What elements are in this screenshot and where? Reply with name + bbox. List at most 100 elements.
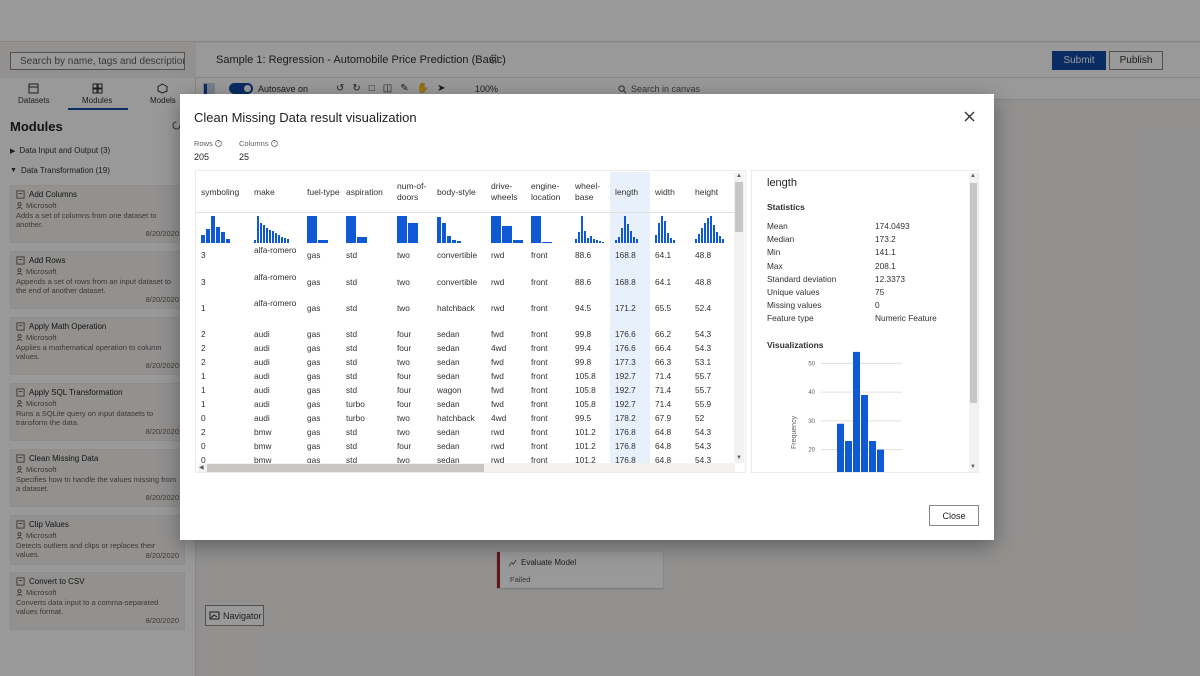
table-cell: 2 [201,329,206,339]
column-header-width[interactable]: width [655,175,691,209]
table-cell: 4wd [491,343,507,353]
spark-bar [602,242,604,243]
column-header-body-style[interactable]: body-style [437,175,487,209]
table-cell: 1 [201,371,206,381]
spark-bar [575,239,577,243]
spark-bar [226,239,230,243]
table-cell: bmw [254,441,272,451]
spark-bar [621,228,623,243]
column-header-drive-wheels[interactable]: drive-wheels [491,175,527,209]
table-cell: audi [254,399,270,409]
spark-bar [670,238,672,243]
spark-bar [716,232,718,243]
spark-bar [661,216,663,243]
spark-bar [655,235,657,243]
side-panel-scrollbar[interactable]: ▲ ▼ [969,173,978,472]
spark-bar [452,240,456,243]
table-cell: std [346,427,358,437]
stat-label: Median [767,234,795,245]
table-cell: 53.1 [695,357,712,367]
close-button[interactable]: Close [929,505,979,526]
spark-bar [658,223,660,243]
column-sparkline [254,216,289,243]
table-cell: gas [307,343,321,353]
column-header-symboling[interactable]: symboling [201,175,250,209]
table-cell: 48.8 [695,277,712,287]
table-cell: front [531,441,548,451]
table-cell: 176.6 [615,329,636,339]
table-cell: 101.2 [575,427,596,437]
table-cell: 177.3 [615,357,636,367]
table-cell: bmw [254,427,272,437]
spark-bar [581,216,583,243]
table-cell: 1 [201,385,206,395]
table-cell: 105.8 [575,371,596,381]
spark-bar [698,234,700,243]
column-header-engine-location[interactable]: engine-location [531,175,571,209]
spark-bar [275,233,277,243]
info-icon[interactable]: ? [270,140,278,147]
scroll-left-icon[interactable]: ◀ [199,464,204,471]
column-header-num-of-doors[interactable]: num-of-doors [397,175,433,209]
spark-bar [618,237,620,243]
spark-bar [284,238,286,243]
spark-bar [318,240,328,243]
table-cell: 2 [201,343,206,353]
scroll-down-icon[interactable]: ▼ [970,464,976,470]
table-cell: 55.7 [695,371,712,381]
histogram-bar [853,351,860,472]
spark-bar [578,232,580,243]
y-tick-label: 40 [808,390,815,396]
close-icon[interactable] [964,111,975,122]
column-sparkline [201,216,230,243]
spark-bar [630,231,632,243]
table-cell: 48.8 [695,250,712,260]
column-header-wheel-base[interactable]: wheel-base [575,175,611,209]
table-cell: front [531,413,548,423]
spark-bar [633,237,635,243]
table-cell: sedan [437,371,460,381]
histogram-bar [837,423,844,472]
header-divider [196,212,734,213]
table-cell: 64.8 [655,427,672,437]
spark-bar [447,236,451,243]
table-cell: audi [254,371,270,381]
table-horizontal-scrollbar[interactable]: ◀ [198,463,735,472]
column-header-length[interactable]: length [615,175,651,209]
table-cell: four [397,385,412,395]
histogram-bar [861,395,868,472]
spark-bar [704,223,706,243]
scroll-down-icon[interactable]: ▼ [736,455,742,461]
info-icon[interactable]: ? [214,140,222,147]
spark-bar [667,233,669,243]
column-sparkline [437,216,461,243]
spark-bar [502,226,512,243]
table-cell: 176.6 [615,343,636,353]
table-cell: 64.8 [655,441,672,451]
table-cell: hatchback [437,413,475,423]
stat-label: Unique values [767,287,820,297]
table-vertical-scrollbar[interactable]: ▲ ▼ [734,173,744,463]
table-cell: 105.8 [575,399,596,409]
table-cell: alfa-romero [254,298,297,308]
visualization-dialog: Clean Missing Data result visualization … [180,94,994,540]
table-cell: two [397,357,410,367]
spark-bar [491,216,501,243]
column-header-aspiration[interactable]: aspiration [346,175,393,209]
column-header-fuel-type[interactable]: fuel-type [307,175,342,209]
table-cell: 99.4 [575,343,592,353]
column-header-height[interactable]: height [695,175,731,209]
table-cell: audi [254,385,270,395]
column-header-make[interactable]: make [254,175,303,209]
scroll-up-icon[interactable]: ▲ [736,173,742,179]
table-cell: 1 [201,399,206,409]
stat-value: 208.1 [875,260,896,271]
spark-bar [221,232,225,243]
scroll-up-icon[interactable]: ▲ [970,173,976,179]
spark-bar [587,238,589,243]
column-sparkline [575,216,604,243]
table-cell: 176.8 [615,427,636,437]
table-cell: std [346,329,358,339]
table-cell: two [397,303,410,313]
spark-bar [596,240,598,243]
